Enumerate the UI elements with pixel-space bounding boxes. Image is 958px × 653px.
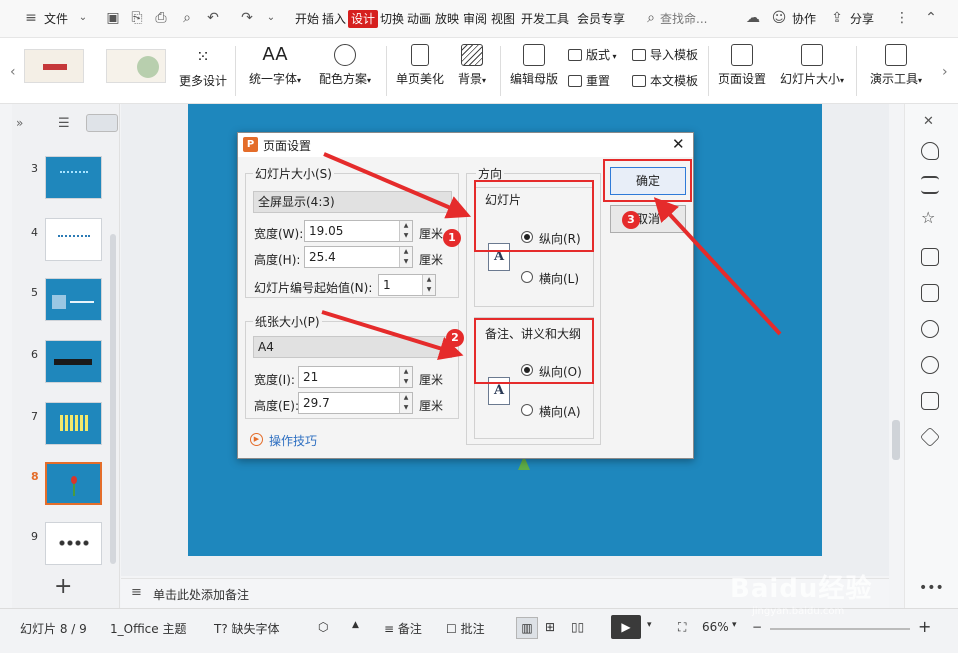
arrow-2 <box>321 310 464 360</box>
highlight-box <box>474 180 594 252</box>
highlight-box <box>603 159 692 202</box>
arrow-1 <box>323 152 472 219</box>
highlight-box <box>474 318 594 384</box>
arrow-3 <box>653 197 782 336</box>
watermark-url: jingyan.baidu.com <box>752 606 845 617</box>
step-badge: 3 <box>622 211 640 229</box>
watermark-logo: Baidu经验 <box>730 574 873 604</box>
step-badge: 1 <box>443 229 461 247</box>
step-badge: 2 <box>446 329 464 347</box>
